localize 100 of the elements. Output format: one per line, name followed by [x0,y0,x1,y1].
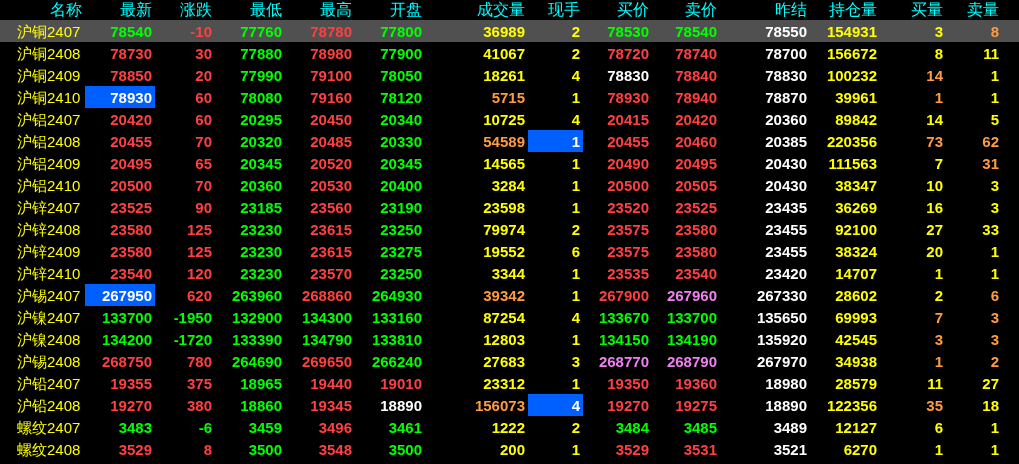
cell-value: 77900 [380,45,422,61]
cell-value: 1 [990,441,999,457]
cell-value: 3 [934,23,943,39]
cell-value: 268750 [101,353,152,369]
selected-row[interactable]: 沪铜2407 78540 -10 77760 78780 77800 36989 2 78530 78540 78550 154931 3 8 [0,20,1019,42]
cell-value: 1 [990,67,999,83]
cell-value: 133700 [666,309,717,325]
cell-value: 39342 [483,287,525,303]
cell-value: -10 [190,23,212,39]
cell-value: 2 [990,353,999,369]
cell-value: 18965 [240,375,282,391]
cell-value: 3489 [773,419,807,435]
cell-value: 20460 [675,133,717,149]
cell-value: 23540 [110,265,152,281]
cell-value: 89842 [835,111,877,127]
cell-value: 3 [990,309,999,325]
column-header[interactable]: 名称 [0,2,85,18]
cell-value: 134790 [301,331,352,347]
cell-value: 134190 [666,331,717,347]
cell-value: 77800 [380,23,422,39]
cell-value: 19275 [675,397,717,413]
cell-value: 39961 [835,89,877,105]
cell-value: 87254 [483,309,525,325]
cell-value: 41067 [483,45,525,61]
cell-value: 1 [934,353,943,369]
cell-value: 79100 [310,67,352,83]
cell-value: 28579 [835,375,877,391]
cell-value: 133670 [598,309,649,325]
cell-value: 23185 [240,199,282,215]
cell-value: 5715 [491,89,525,105]
cell-value: 23580 [675,221,717,237]
cell-value: 78080 [240,89,282,105]
cell-value: 2 [571,419,580,435]
cell-value: 73 [926,133,943,149]
cell-value: 70 [195,133,212,149]
cell-value: 268770 [598,353,649,369]
column-header[interactable]: 买量 [880,2,946,18]
cell-value: 18 [982,397,999,413]
cell-value: 200 [499,441,525,457]
cell-value: 34938 [835,353,877,369]
column-header[interactable]: 成交量 [425,2,528,18]
cell-value: -1950 [173,309,212,325]
cell-value: 54589 [483,133,525,149]
column-header[interactable]: 最低 [215,2,285,18]
cell-value: 20495 [110,155,152,171]
cell-value: 23420 [765,265,807,281]
cell-value: 220356 [826,133,877,149]
cell-value: 23575 [607,243,649,259]
cell-value: 20455 [607,133,649,149]
cell-value: 78050 [380,67,422,83]
cell-value: 6270 [843,441,877,457]
column-header[interactable]: 昨结 [720,2,810,18]
contract-name: 沪锌2409 [17,243,81,259]
cell-value: 90 [195,199,212,215]
cell-value: 19440 [310,375,352,391]
cell-value: 3 [990,199,999,215]
column-header[interactable]: 最高 [285,2,355,18]
cell-value: 23275 [380,243,422,259]
cell-value: 19552 [483,243,525,259]
cell-value: 78780 [310,23,352,39]
cell-value: 92100 [835,221,877,237]
cell-value: 36989 [483,23,525,39]
contract-name: 沪锌2407 [17,199,81,215]
column-header[interactable]: 卖价 [652,2,720,18]
cell-value: 7 [934,155,943,171]
cell-value: 23230 [240,243,282,259]
cell-value: 268790 [666,353,717,369]
column-header[interactable]: 开盘 [355,2,425,18]
cell-value: 1 [571,199,580,215]
cell-value: 3521 [773,441,807,457]
cell-value: 77760 [240,23,282,39]
cell-value: 20530 [310,177,352,193]
cell-value: 19350 [607,375,649,391]
cell-value: 132900 [231,309,282,325]
column-header[interactable]: 涨跌 [155,2,215,18]
cell-value: 10 [926,177,943,193]
cell-value: 3548 [318,441,352,457]
cell-value: 20450 [310,111,352,127]
contract-name: 沪铜2408 [17,45,81,61]
contract-name: 沪锌2408 [17,221,81,237]
cell-value: 78940 [675,89,717,105]
column-header[interactable]: 买价 [583,2,652,18]
column-header[interactable]: 持仓量 [810,2,880,18]
cell-value: 20345 [380,155,422,171]
cell-value: 20385 [765,133,807,149]
cell-value: 5 [990,111,999,127]
cell-value: 23615 [310,221,352,237]
cell-value: 263960 [231,287,282,303]
cell-value: 620 [186,287,212,303]
cell-value: 11 [983,45,999,61]
column-header[interactable]: 最新 [85,2,155,18]
cell-value: 20415 [607,111,649,127]
column-header[interactable]: 现手 [528,2,583,18]
cell-value: 2 [571,45,580,61]
cell-value: 14 [926,67,943,83]
cell-value: 38347 [835,177,877,193]
cell-value: 78830 [765,67,807,83]
cell-value: 20430 [765,155,807,171]
column-header[interactable]: 卖量 [946,2,1002,18]
cell-value: 20340 [380,111,422,127]
